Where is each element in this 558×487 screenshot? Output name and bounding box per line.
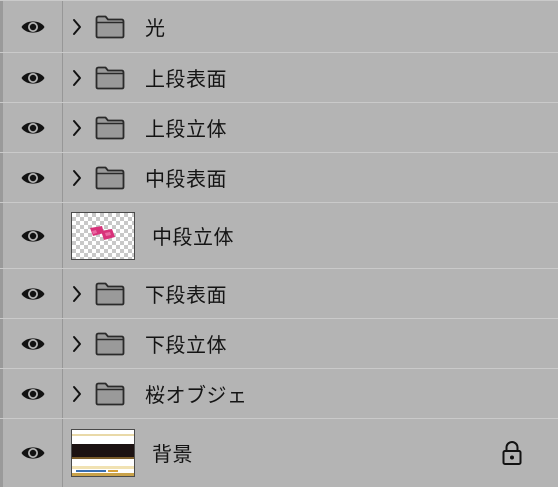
layer-name: 光 [145, 15, 166, 40]
visibility-toggle[interactable] [0, 419, 63, 487]
visibility-toggle[interactable] [0, 103, 63, 152]
chevron-right-icon[interactable] [71, 285, 83, 303]
eye-icon[interactable] [20, 335, 46, 353]
eye-icon[interactable] [20, 119, 46, 137]
layer-row[interactable]: 背景 [0, 418, 558, 487]
layer-row[interactable]: 中段表面 [0, 152, 558, 202]
layer-row[interactable]: 下段立体 [0, 318, 558, 368]
visibility-toggle[interactable] [0, 203, 63, 268]
layer-thumbnail [71, 211, 135, 260]
layer-row[interactable]: 下段表面 [0, 268, 558, 318]
chevron-right-icon[interactable] [71, 385, 83, 403]
layers-panel: 光上段表面上段立体中段表面中段立体下段表面下段立体桜オブジェ背景 [0, 0, 558, 487]
visibility-toggle[interactable] [0, 153, 63, 202]
layer-name: 下段立体 [145, 332, 227, 357]
folder-icon [95, 15, 125, 39]
visibility-toggle[interactable] [0, 319, 63, 368]
chevron-right-icon[interactable] [71, 69, 83, 87]
visibility-toggle[interactable] [0, 1, 63, 52]
layer-thumbnail [71, 429, 135, 477]
folder-icon [95, 282, 125, 306]
chevron-right-icon[interactable] [71, 169, 83, 187]
layer-name: 上段表面 [145, 66, 227, 91]
chevron-right-icon[interactable] [71, 119, 83, 137]
layer-name: 中段立体 [152, 224, 234, 249]
layer-row[interactable]: 上段表面 [0, 52, 558, 102]
layer-row[interactable]: 光 [0, 0, 558, 52]
eye-icon[interactable] [20, 69, 46, 87]
eye-icon[interactable] [20, 227, 46, 245]
visibility-toggle[interactable] [0, 269, 63, 318]
eye-icon[interactable] [20, 285, 46, 303]
lock-icon[interactable] [500, 440, 524, 466]
visibility-toggle[interactable] [0, 53, 63, 102]
eye-icon[interactable] [20, 169, 46, 187]
layer-name: 桜オブジェ [145, 382, 248, 407]
layer-row[interactable]: 桜オブジェ [0, 368, 558, 418]
visibility-toggle[interactable] [0, 369, 63, 418]
folder-icon [95, 166, 125, 190]
layer-name: 背景 [152, 441, 193, 466]
layer-name: 中段表面 [145, 166, 227, 191]
folder-icon [95, 382, 125, 406]
layer-name: 上段立体 [145, 116, 227, 141]
folder-icon [95, 332, 125, 356]
chevron-right-icon[interactable] [71, 335, 83, 353]
layer-name: 下段表面 [145, 282, 227, 307]
folder-icon [95, 116, 125, 140]
eye-icon[interactable] [20, 444, 46, 462]
layer-row[interactable]: 中段立体 [0, 202, 558, 268]
chevron-right-icon[interactable] [71, 18, 83, 36]
folder-icon [95, 66, 125, 90]
layer-row[interactable]: 上段立体 [0, 102, 558, 152]
eye-icon[interactable] [20, 18, 46, 36]
eye-icon[interactable] [20, 385, 46, 403]
